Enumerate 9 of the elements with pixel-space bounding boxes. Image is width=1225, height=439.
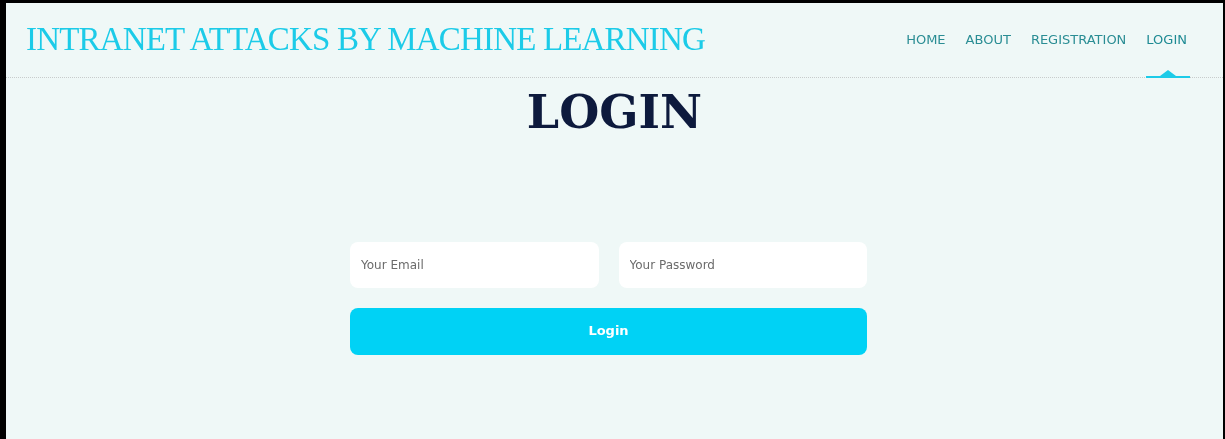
input-field[interactable]: Your Password <box>618 241 867 288</box>
input-field[interactable]: Your Email <box>350 241 599 288</box>
nav-link[interactable]: ABOUT <box>965 3 1011 77</box>
page-heading: LOGIN <box>526 84 703 141</box>
nav-link[interactable]: REGISTRATION <box>1030 3 1127 77</box>
nav-link[interactable]: HOME <box>906 3 946 77</box>
nav-link[interactable]: LOGIN <box>1146 3 1187 77</box>
site-title: INTRANET ATTACKS BY MACHINE LEARNING <box>26 20 705 60</box>
active-indicator-icon <box>1146 70 1191 78</box>
